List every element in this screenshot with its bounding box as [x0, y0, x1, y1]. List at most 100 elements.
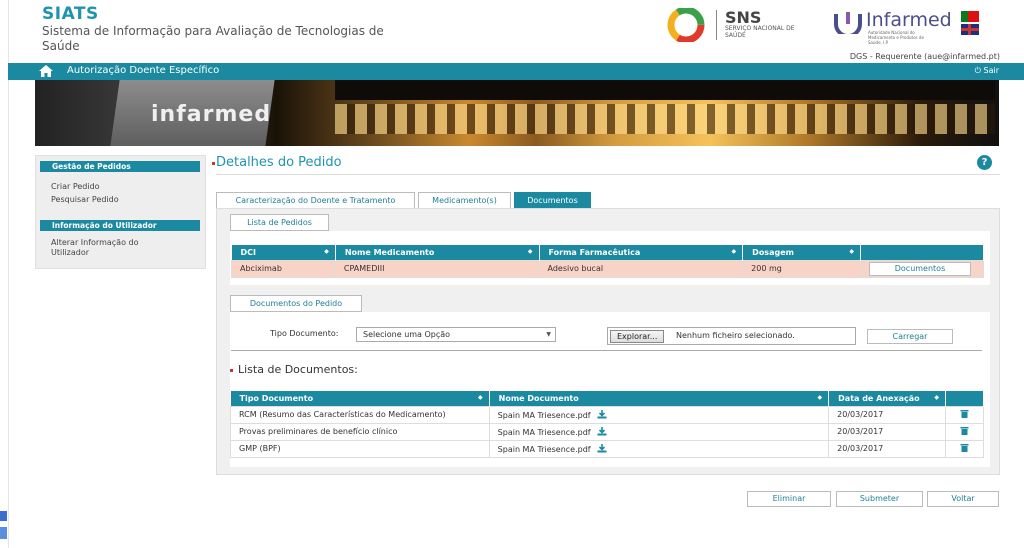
cell-dci: Abciximab: [231, 259, 336, 278]
left-edge-line: [8, 0, 9, 548]
taskbar-fragment: [0, 527, 7, 539]
navbar: Autorização Doente Específico ⏻ Sair: [8, 63, 1024, 80]
trash-icon[interactable]: [960, 426, 969, 435]
cell-action: Documentos: [860, 259, 984, 278]
cell-data: 20/03/2017: [828, 439, 947, 458]
tab-medicamentos[interactable]: Medicamento(s): [418, 192, 511, 209]
trash-icon[interactable]: [960, 443, 969, 452]
col-dci[interactable]: DCI ◆: [231, 245, 336, 260]
table-row[interactable]: GMP (BPF) Spain MA Triesence.pdf 20/03/2…: [230, 439, 984, 458]
section-divider: [231, 350, 982, 351]
tab-caracterizacao[interactable]: Caracterização do Doente e Tratamento: [216, 192, 415, 209]
sidebar-item-criar-pedido[interactable]: Criar Pedido: [36, 180, 205, 193]
sns-logo-icon: [667, 8, 705, 42]
cell-nome: CPAMEDIII: [334, 259, 540, 278]
infarmed-subtitle: Autoridade Nacional do Medicamento e Pro…: [868, 30, 924, 45]
sidebar-section-gestao: Gestão de Pedidos: [40, 161, 200, 172]
sns-subtitle: SERVIÇO NACIONAL DE SAÚDE: [725, 25, 795, 39]
uk-flag-icon[interactable]: [961, 24, 979, 35]
col-tipo-documento[interactable]: Tipo Documento ◆: [230, 391, 490, 406]
col-nome-medicamento[interactable]: Nome Medicamento ◆: [335, 245, 540, 260]
infarmed-name: Infarmed: [866, 9, 952, 31]
col-forma-label: Forma Farmacêutica: [548, 247, 641, 257]
banner-image: infarmed: [35, 80, 999, 146]
document-link[interactable]: Spain MA Triesence.pdf: [498, 445, 591, 454]
app-subtitle: Sistema de Informação para Avaliação de …: [42, 24, 384, 53]
submit-button[interactable]: Submeter: [836, 491, 923, 507]
cell-tipo: RCM (Resumo das Características do Medic…: [230, 405, 490, 424]
back-button[interactable]: Voltar: [927, 491, 999, 507]
user-info: DGS - Requerente (aue@infarmed.pt): [849, 52, 1000, 61]
sns-divider: [716, 10, 717, 40]
taskbar-fragment: [0, 511, 7, 521]
banner-lights: [335, 104, 995, 134]
cell-forma: Adesivo bucal: [538, 259, 744, 278]
col-data-label: Data de Anexação: [838, 393, 920, 403]
tipo-documento-value: Selecione uma Opção: [363, 330, 451, 339]
help-icon[interactable]: ?: [977, 155, 992, 170]
subtab-documentos-pedido[interactable]: Documentos do Pedido: [230, 295, 362, 312]
sidebar-item-pesquisar-pedido[interactable]: Pesquisar Pedido: [36, 193, 205, 206]
documents-table: Tipo Documento ◆ Nome Documento ◆ Data de …: [230, 391, 984, 458]
col-dci-label: DCI: [240, 247, 257, 257]
document-link[interactable]: Spain MA Triesence.pdf: [498, 428, 591, 437]
tipo-documento-label: Tipo Documento:: [270, 329, 339, 338]
sort-icon: ◆: [817, 394, 823, 401]
col-dosagem[interactable]: Dosagem ◆: [742, 245, 861, 260]
col-nome-documento[interactable]: Nome Documento ◆: [489, 391, 830, 406]
title-divider: [216, 174, 1000, 175]
download-icon[interactable]: [597, 426, 607, 436]
col-dosagem-label: Dosagem: [752, 247, 794, 257]
logout-link[interactable]: ⏻ Sair: [975, 66, 999, 76]
power-icon: ⏻: [974, 66, 984, 75]
docs-header-row: Tipo Documento ◆ Nome Documento ◆ Data de …: [230, 391, 984, 406]
cell-delete: [945, 422, 984, 441]
download-icon[interactable]: [597, 409, 607, 419]
trash-icon[interactable]: [960, 409, 969, 418]
sort-icon: ◆: [731, 248, 737, 255]
cell-dosagem: 200 mg: [742, 259, 861, 278]
nav-title[interactable]: Autorização Doente Específico: [67, 65, 219, 76]
document-link[interactable]: Spain MA Triesence.pdf: [498, 411, 591, 420]
table-row[interactable]: Provas preliminares de benefício clínico…: [230, 422, 984, 441]
tab-documentos[interactable]: Documentos: [514, 192, 591, 209]
list-title: Lista de Documentos:: [230, 363, 358, 376]
cell-data: 20/03/2017: [828, 422, 947, 441]
col-delete: [945, 391, 984, 406]
sort-icon: ◆: [849, 248, 854, 255]
browse-button[interactable]: Explorar...: [610, 330, 665, 343]
tipo-documento-select[interactable]: Selecione uma Opção ▼: [356, 327, 556, 342]
col-forma-farmaceutica[interactable]: Forma Farmacêutica ◆: [539, 245, 744, 260]
sort-icon: ◆: [527, 248, 533, 255]
col-actions: [860, 245, 984, 260]
table-row[interactable]: Abciximab CPAMEDIII Adesivo bucal 200 mg…: [231, 259, 984, 278]
cell-data: 20/03/2017: [828, 405, 947, 424]
infarmed-logo-icon: [834, 12, 862, 34]
cell-tipo: GMP (BPF): [230, 439, 490, 458]
sort-icon: ◆: [324, 248, 329, 255]
cell-delete: [945, 405, 984, 424]
col-nome-label: Nome Medicamento: [344, 247, 435, 257]
cell-nome-doc: Spain MA Triesence.pdf: [488, 405, 830, 424]
col-tipo-label: Tipo Documento: [239, 393, 314, 403]
file-input[interactable]: Explorar... Nenhum ficheiro selecionado.: [607, 327, 856, 345]
delete-button[interactable]: Eliminar: [747, 491, 831, 507]
page-title: Detalhes do Pedido: [212, 155, 342, 170]
upload-button[interactable]: Carregar: [867, 329, 953, 344]
banner-logo-text: infarmed: [151, 102, 272, 127]
subtab-lista-pedidos[interactable]: Lista de Pedidos: [230, 214, 329, 231]
sidebar-item-alterar-info[interactable]: Alterar Informação do Utilizador: [36, 238, 156, 258]
home-icon[interactable]: [39, 65, 53, 77]
file-status: Nenhum ficheiro selecionado.: [676, 331, 795, 340]
documentos-button[interactable]: Documentos: [869, 261, 971, 276]
download-icon[interactable]: [597, 443, 607, 453]
portugal-flag-icon[interactable]: [961, 11, 979, 22]
cell-nome-doc: Spain MA Triesence.pdf: [488, 439, 830, 458]
banner-sky: [335, 80, 995, 100]
sidebar: Gestão de Pedidos Criar Pedido Pesquisar…: [35, 155, 206, 269]
col-data-anexacao[interactable]: Data de Anexação ◆: [828, 391, 947, 406]
app-title: SIATS: [42, 4, 99, 24]
sort-icon: ◆: [934, 394, 940, 401]
language-flags: [961, 11, 979, 35]
table-row[interactable]: RCM (Resumo das Características do Medic…: [230, 405, 984, 424]
